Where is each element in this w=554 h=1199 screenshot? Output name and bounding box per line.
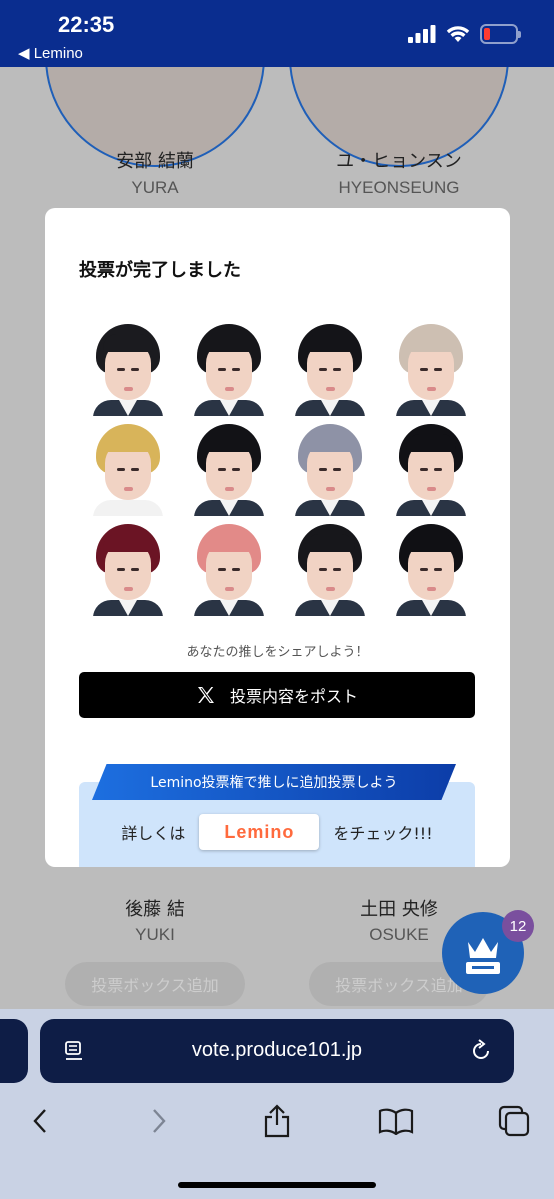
member-portrait [281, 420, 378, 516]
tabs-icon [498, 1105, 530, 1137]
address-bar[interactable]: vote.produce101.jp [40, 1019, 514, 1083]
member-portrait [281, 320, 378, 416]
lemino-prefix-text: 詳しくは [121, 824, 186, 843]
status-icons [408, 24, 521, 44]
share-button[interactable] [257, 1101, 297, 1141]
x-logo-icon [197, 687, 214, 703]
member-portrait [79, 520, 176, 616]
cellular-signal-icon [408, 25, 436, 43]
lemino-logo-button[interactable]: Lemino [199, 814, 320, 850]
member-portrait [382, 320, 479, 416]
member-portrait [180, 320, 277, 416]
share-prompt-text: あなたの推しをシェアしよう！ [186, 645, 369, 660]
book-icon [378, 1108, 413, 1135]
back-button[interactable] [20, 1101, 60, 1141]
lemino-logo-text: Lemino [224, 821, 295, 842]
chevron-left-icon [33, 1109, 46, 1133]
member-portrait [180, 520, 277, 616]
forward-button[interactable] [139, 1101, 179, 1141]
share-icon [264, 1104, 290, 1138]
member-name-ja: 後藤 結 [125, 899, 185, 920]
lemino-promo-row: 詳しくは Lemino をチェック!!! [79, 814, 475, 850]
status-bar: 22:35 ◀ Lemino [0, 0, 554, 67]
lemino-promo-banner: Lemino投票権で推しに追加投票しよう [92, 764, 456, 800]
member-name-en: YUKI [135, 925, 175, 944]
voted-members-grid [79, 320, 479, 616]
bookmarks-button[interactable] [376, 1101, 416, 1141]
member-name-ja: 安部 結蘭 [116, 151, 194, 172]
vote-complete-modal: 投票が完了しました あなたの推しをシェアしよう！ 投票内容をポスト Lemino… [45, 208, 510, 867]
url-text: vote.produce101.jp [191, 1039, 363, 1061]
reload-icon[interactable] [468, 1038, 494, 1064]
lemino-suffix-text: をチェック!!! [333, 824, 433, 843]
member-portrait [79, 320, 176, 416]
browser-toolbar [0, 1101, 554, 1141]
clock: 22:35 [58, 12, 115, 37]
chevron-right-icon [152, 1109, 166, 1133]
vote-count-badge: 12 [502, 910, 534, 942]
member-name-en: HYEONSEUNG [338, 178, 460, 197]
member-portrait [79, 420, 176, 516]
back-to-app-link[interactable]: ◀ Lemino [18, 44, 83, 62]
post-button-label: 投票内容をポスト [229, 687, 358, 706]
browser-chrome: vote.produce101.jp [0, 1009, 554, 1199]
home-indicator[interactable] [178, 1182, 376, 1188]
wifi-icon [446, 26, 470, 42]
post-to-x-button[interactable]: 投票内容をポスト [79, 672, 475, 718]
member-portrait [180, 420, 277, 516]
member-portrait [382, 520, 479, 616]
modal-title: 投票が完了しました [79, 260, 241, 281]
add-vote-box-button[interactable]: 投票ボックス追加 [65, 962, 245, 1006]
previous-tab-edge[interactable] [0, 1019, 28, 1083]
member-portrait [281, 520, 378, 616]
battery-icon [480, 24, 521, 44]
member-portrait [382, 420, 479, 516]
tabs-button[interactable] [494, 1101, 534, 1141]
member-name-ja: ユ・ヒョンスン [336, 151, 462, 172]
member-name-en: YURA [131, 178, 179, 197]
